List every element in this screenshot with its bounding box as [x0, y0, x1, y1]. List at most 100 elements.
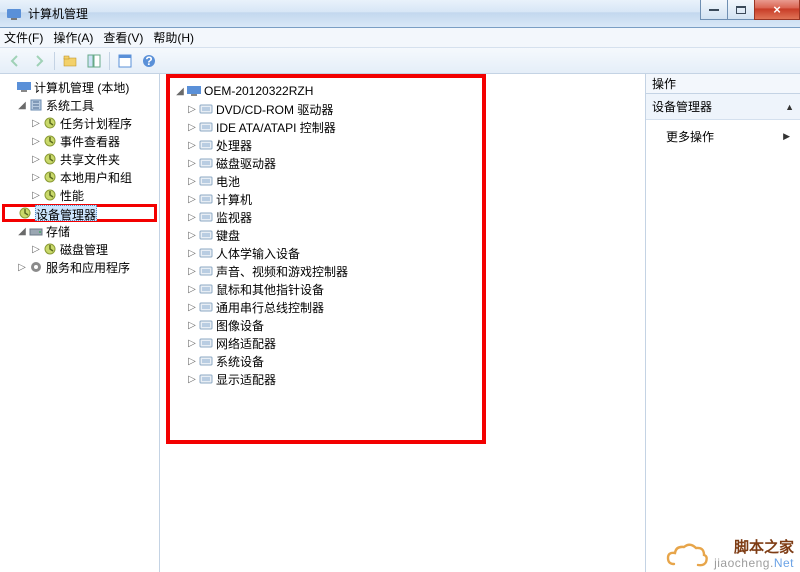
collapse-icon[interactable]: ◢ [174, 86, 186, 97]
properties-button[interactable] [114, 50, 136, 72]
tree-root[interactable]: 计算机管理 (本地) [2, 78, 157, 96]
toolbar: ? [0, 48, 800, 74]
expand-icon[interactable]: ▷ [186, 284, 198, 295]
device-category[interactable]: ▷ 计算机 [172, 190, 480, 208]
menu-help[interactable]: 帮助(H) [153, 29, 194, 46]
category-icon [198, 173, 214, 189]
back-button[interactable] [4, 50, 26, 72]
actions-section-label: 设备管理器 [652, 98, 712, 115]
up-button[interactable] [59, 50, 81, 72]
expand-icon[interactable]: ▷ [186, 374, 198, 385]
device-category[interactable]: ▷ 声音、视频和游戏控制器 [172, 262, 480, 280]
tree-item[interactable]: ▷性能 [2, 186, 157, 204]
collapse-icon[interactable]: ▲ [785, 102, 794, 112]
device-category[interactable]: ▷鼠标和其他指针设备 [172, 280, 480, 298]
menu-file[interactable]: 文件(F) [4, 29, 43, 46]
tree-item[interactable]: ▷磁盘管理 [2, 240, 157, 258]
expand-icon[interactable]: ▷ [186, 320, 198, 331]
item-icon [42, 169, 58, 185]
device-tree-root[interactable]: ◢ OEM-20120322RZH [172, 82, 480, 100]
device-category[interactable]: ▷电池 [172, 172, 480, 190]
action-more-label: 更多操作 [666, 128, 714, 145]
expand-icon[interactable]: ▷ [186, 176, 198, 187]
device-category[interactable]: ▷磁盘驱动器 [172, 154, 480, 172]
app-icon [6, 6, 22, 22]
expand-icon[interactable]: ▷ [186, 302, 198, 313]
action-more[interactable]: 更多操作 ▶ [648, 126, 798, 147]
tree-group-label: 服务和应用程序 [46, 259, 130, 276]
tree-group-label: 系统工具 [46, 97, 94, 114]
expand-icon[interactable]: ▷ [30, 190, 42, 201]
expand-icon[interactable]: ▷ [186, 158, 198, 169]
expand-icon[interactable]: ▷ [186, 266, 198, 277]
device-category-label: 显示适配器 [216, 371, 276, 388]
device-category[interactable]: ▷人体学输入设备 [172, 244, 480, 262]
left-navigation-tree[interactable]: 计算机管理 (本地) ◢ 系统工具 ▷ 任务计划程序▷事件查看器▷共享文件夹▷本地用户… [0, 74, 160, 572]
tree-group[interactable]: ◢ 系统工具 [2, 96, 157, 114]
help-button[interactable]: ? [138, 50, 160, 72]
device-category-label: DVD/CD-ROM 驱动器 [216, 101, 333, 118]
device-category-label: 声音、视频和游戏控制器 [216, 263, 348, 280]
device-category-label: 处理器 [216, 137, 252, 154]
device-category-label: 计算机 [216, 191, 252, 208]
forward-button[interactable] [28, 50, 50, 72]
computer-icon [186, 83, 202, 99]
device-category-label: 图像设备 [216, 317, 264, 334]
device-category[interactable]: ▷系统设备 [172, 352, 480, 370]
expand-icon[interactable]: ▷ [16, 262, 28, 273]
expand-icon[interactable]: ▷ [186, 356, 198, 367]
category-icon [198, 263, 214, 279]
tree-group-label: 存储 [46, 223, 70, 240]
expand-icon[interactable]: ▷ [186, 104, 198, 115]
tree-item[interactable]: ▷本地用户和组 [2, 168, 157, 186]
device-category[interactable]: ▷网络适配器 [172, 334, 480, 352]
tree-item-device-manager[interactable]: 设备管理器 [2, 204, 157, 222]
device-category[interactable]: ▷ 图像设备 [172, 316, 480, 334]
expand-icon[interactable]: ▷ [186, 230, 198, 241]
actions-section[interactable]: 设备管理器 ▲ [646, 94, 800, 120]
tree-group[interactable]: ◢ 存储 [2, 222, 157, 240]
actions-header: 操作 [646, 74, 800, 94]
expand-icon[interactable]: ▷ [186, 338, 198, 349]
expand-icon[interactable]: ▷ [186, 194, 198, 205]
device-category[interactable]: ▷ DVD/CD-ROM 驱动器 [172, 100, 480, 118]
maximize-button[interactable] [727, 0, 755, 20]
tree-item-label: 任务计划程序 [60, 115, 132, 132]
item-icon [42, 187, 58, 203]
expand-icon[interactable]: ▷ [30, 154, 42, 165]
expand-icon[interactable]: ▷ [186, 122, 198, 133]
expand-icon[interactable]: ▷ [30, 172, 42, 183]
item-icon [42, 133, 58, 149]
device-category-label: 通用串行总线控制器 [216, 299, 324, 316]
close-button[interactable]: × [754, 0, 800, 20]
menu-action[interactable]: 操作(A) [53, 29, 93, 46]
expand-icon[interactable]: ▷ [30, 136, 42, 147]
toolbar-separator [109, 52, 110, 70]
tree-item[interactable]: ▷ 任务计划程序 [2, 114, 157, 132]
expand-icon[interactable]: ▷ [186, 248, 198, 259]
tree-item[interactable]: ▷事件查看器 [2, 132, 157, 150]
category-icon [198, 353, 214, 369]
device-category[interactable]: ▷监视器 [172, 208, 480, 226]
expand-icon[interactable]: ▷ [186, 140, 198, 151]
expand-icon[interactable]: ▷ [30, 118, 42, 129]
category-icon [198, 155, 214, 171]
menu-view[interactable]: 查看(V) [103, 29, 143, 46]
toolbar-separator [54, 52, 55, 70]
collapse-icon[interactable]: ◢ [16, 100, 28, 111]
expand-icon[interactable]: ▷ [30, 244, 42, 255]
device-category[interactable]: ▷ 处理器 [172, 136, 480, 154]
device-category[interactable]: ▷ 显示适配器 [172, 370, 480, 388]
device-category[interactable]: ▷IDE ATA/ATAPI 控制器 [172, 118, 480, 136]
device-category[interactable]: ▷ 通用串行总线控制器 [172, 298, 480, 316]
tree-item[interactable]: ▷共享文件夹 [2, 150, 157, 168]
minimize-button[interactable] [700, 0, 728, 20]
tree-item-label: 设备管理器 [35, 205, 97, 221]
device-category[interactable]: ▷键盘 [172, 226, 480, 244]
computer-icon [16, 79, 32, 95]
collapse-icon[interactable]: ◢ [16, 226, 28, 237]
expand-icon[interactable]: ▷ [186, 212, 198, 223]
tree-group[interactable]: ▷ 服务和应用程序 [2, 258, 157, 276]
show-hide-tree-button[interactable] [83, 50, 105, 72]
submenu-arrow-icon: ▶ [783, 131, 790, 142]
